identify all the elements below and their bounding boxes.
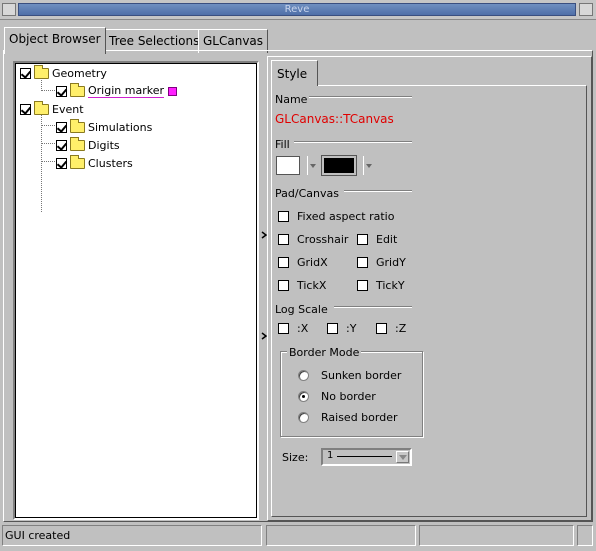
tree-item-label: Digits	[88, 138, 120, 152]
checkbox-label: :Z	[395, 322, 407, 335]
radio-label: No border	[321, 390, 376, 403]
folder-icon	[70, 118, 85, 133]
folder-icon	[34, 64, 49, 79]
tree-item-clusters[interactable]: Clusters	[56, 154, 133, 171]
ticky-checkbox[interactable]: TickY	[357, 279, 405, 292]
log-y-checkbox[interactable]: :Y	[327, 322, 356, 335]
window-close-button[interactable]	[579, 3, 593, 16]
checkbox-label: TickX	[297, 279, 327, 292]
checkbox-label: Crosshair	[297, 233, 349, 246]
tickx-checkbox[interactable]: TickX	[278, 279, 326, 292]
radio-label: Sunken border	[321, 369, 402, 382]
folder-icon	[70, 154, 85, 169]
checkbox-label: TickY	[376, 279, 405, 292]
tree-item-geometry[interactable]: Geometry	[20, 64, 107, 81]
tree-item-origin-marker[interactable]: Origin marker	[56, 82, 177, 99]
checkbox-label: Fixed aspect ratio	[297, 210, 395, 223]
fill-color-dropdown-2[interactable]	[363, 156, 372, 175]
tab-object-browser[interactable]: Object Browser	[4, 27, 106, 54]
crosshair-checkbox[interactable]: Crosshair	[278, 233, 348, 246]
fill-color-button-2[interactable]	[321, 155, 357, 176]
chevron-down-icon[interactable]	[396, 451, 409, 463]
size-select[interactable]: 1	[321, 448, 412, 466]
checkbox[interactable]	[56, 139, 67, 151]
window-title: Reve	[18, 3, 576, 16]
folder-icon	[34, 100, 49, 115]
checkbox-label: GridX	[297, 256, 328, 269]
color-swatch	[168, 86, 177, 96]
radio-sunken-border[interactable]: Sunken border	[298, 369, 401, 382]
checkbox[interactable]	[20, 67, 31, 79]
tree-item-label: Origin marker	[88, 84, 164, 98]
folder-icon	[70, 82, 85, 97]
tree-item-label: Clusters	[88, 156, 133, 170]
status-bar: GUI created	[2, 525, 262, 546]
tree-item-simulations[interactable]: Simulations	[56, 118, 153, 135]
fixed-aspect-ratio-checkbox[interactable]: Fixed aspect ratio	[278, 210, 394, 223]
tree-item-label: Geometry	[52, 66, 107, 80]
border-mode-heading: Border Mode	[287, 346, 362, 359]
status-cell-4	[577, 525, 593, 546]
gridy-checkbox[interactable]: GridY	[357, 256, 406, 269]
edit-checkbox[interactable]: Edit	[357, 233, 397, 246]
checkbox[interactable]	[56, 157, 67, 169]
status-cell-2	[266, 525, 416, 546]
checkbox-label: Edit	[376, 233, 398, 246]
window-titlebar: Reve	[0, 0, 596, 20]
status-cell-3	[419, 525, 574, 546]
checkbox[interactable]	[20, 103, 31, 115]
fill-color-button-1[interactable]	[276, 156, 300, 175]
checkbox-label: :X	[297, 322, 309, 335]
fill-color-dropdown-1[interactable]	[307, 156, 316, 175]
checkbox[interactable]	[56, 121, 67, 133]
checkbox-label: :Y	[346, 322, 357, 335]
tree-item-label: Simulations	[88, 120, 153, 134]
size-value: 1	[327, 450, 334, 461]
pad-canvas-heading: Pad/Canvas	[275, 187, 339, 200]
log-scale-heading: Log Scale	[275, 303, 328, 316]
window-menu-button[interactable]	[2, 3, 16, 16]
checkbox-label: GridY	[376, 256, 406, 269]
tab-style[interactable]: Style	[271, 60, 318, 86]
divider	[294, 141, 412, 143]
object-name: GLCanvas::TCanvas	[275, 112, 394, 126]
style-panel	[271, 85, 587, 517]
divider	[344, 190, 412, 192]
gridx-checkbox[interactable]: GridX	[278, 256, 328, 269]
checkbox[interactable]	[56, 85, 67, 97]
fill-heading: Fill	[275, 138, 290, 151]
status-text: GUI created	[5, 529, 71, 542]
divider	[309, 96, 412, 98]
name-heading: Name	[275, 93, 308, 106]
tree-item-digits[interactable]: Digits	[56, 136, 120, 153]
tree-item-label: Event	[52, 102, 84, 116]
object-tree[interactable]: Geometry Origin marker Event Simulations…	[13, 61, 259, 520]
tree-item-event[interactable]: Event	[20, 100, 84, 117]
divider	[334, 306, 412, 308]
size-label: Size:	[282, 451, 309, 464]
folder-icon	[70, 136, 85, 151]
log-z-checkbox[interactable]: :Z	[376, 322, 406, 335]
radio-no-border[interactable]: No border	[298, 390, 376, 403]
radio-raised-border[interactable]: Raised border	[298, 411, 398, 424]
log-x-checkbox[interactable]: :X	[278, 322, 308, 335]
radio-label: Raised border	[321, 411, 398, 424]
